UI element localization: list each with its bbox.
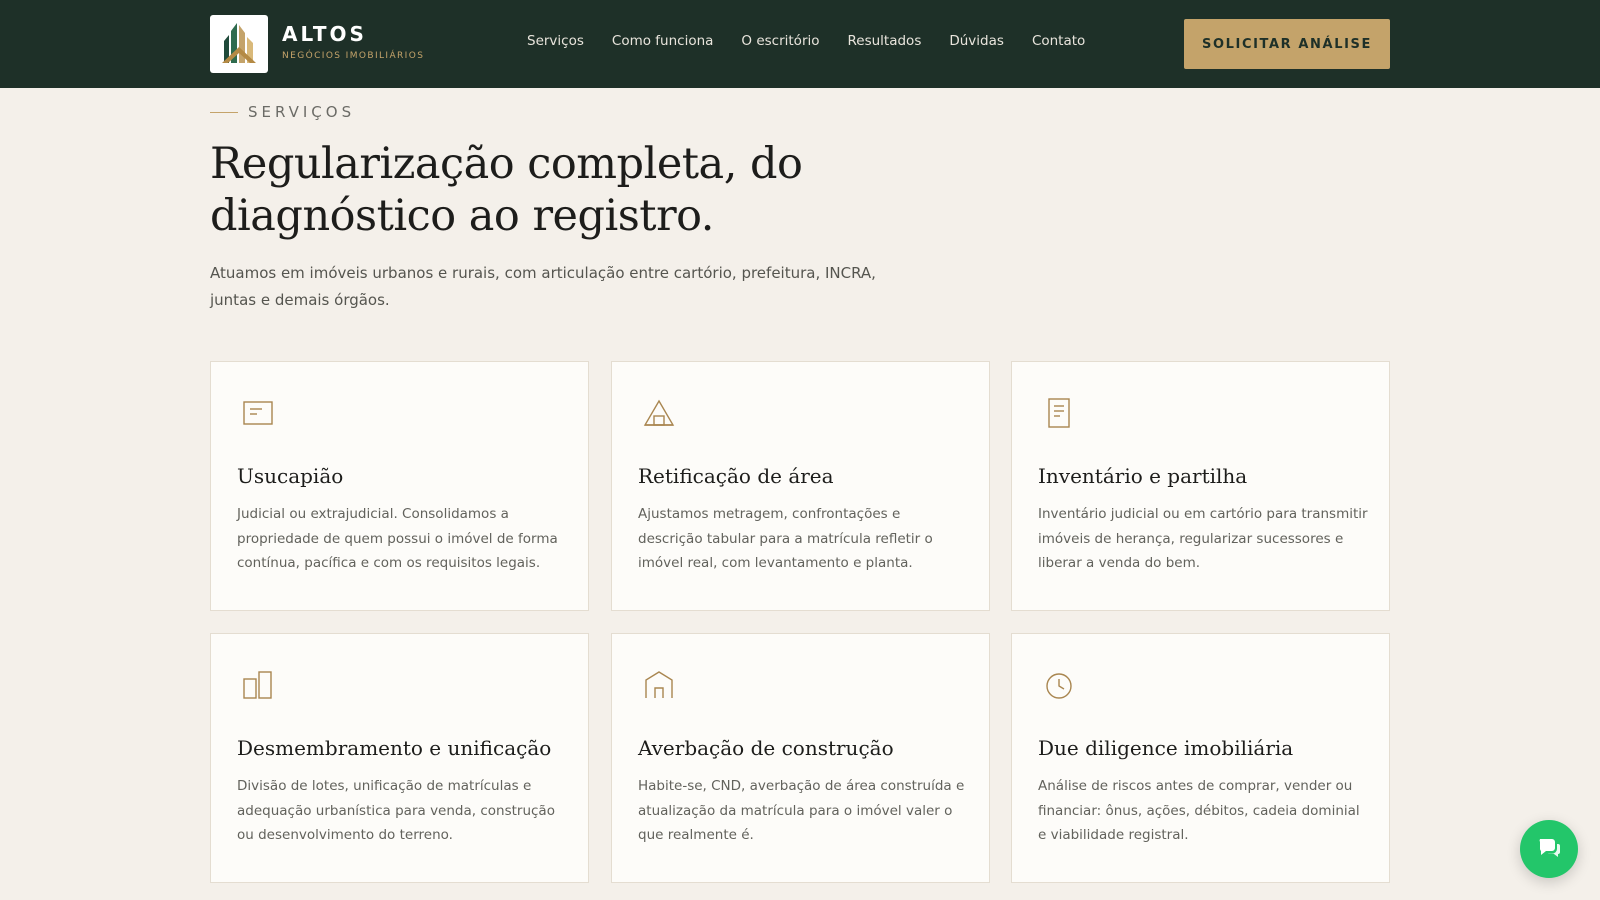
chat-icon [1536, 834, 1562, 864]
card-title: Inventário e partilha [1038, 464, 1248, 488]
card-title: Retificação de área [638, 464, 834, 488]
lots-icon [241, 668, 275, 702]
section-title: Regularização completa, do diagnóstico a… [210, 139, 803, 241]
card-description: Inventário judicial ou em cartório para … [1038, 506, 1368, 571]
card-title: Desmembramento e unificação [237, 736, 552, 760]
request-analysis-button[interactable]: SOLICITAR ANÁLISE [1184, 19, 1390, 69]
card-description: Análise de riscos antes de comprar, vend… [1038, 778, 1360, 843]
service-card-due-diligence[interactable]: Due diligence imobiliária Análise de ris… [1011, 633, 1390, 883]
card-description: Divisão de lotes, unificação de matrícul… [237, 778, 555, 843]
site-header: ALTOS NEGÓCIOS IMOBILIÁRIOS Serviços Com… [0, 0, 1600, 88]
eyebrow-divider [210, 111, 238, 113]
main-nav: Serviços Como funciona O escritório Resu… [527, 33, 1113, 49]
card-description: Judicial ou extrajudicial. Consolidamos … [237, 506, 558, 571]
land-survey-icon [642, 396, 676, 430]
nav-link-contato[interactable]: Contato [1032, 33, 1085, 49]
clock-icon [1042, 668, 1076, 702]
service-card-desmembramento[interactable]: Desmembramento e unificação Divisão de l… [210, 633, 589, 883]
service-card-retificacao[interactable]: Retificação de área Ajustamos metragem, … [611, 361, 990, 611]
chat-button[interactable] [1520, 820, 1578, 878]
building-logo-icon[interactable] [210, 15, 268, 73]
card-title: Due diligence imobiliária [1038, 736, 1294, 760]
file-icon [1042, 396, 1076, 430]
section-lead: Atuamos em imóveis urbanos e rurais, com… [210, 264, 876, 309]
section-eyebrow: SERVIÇOS [210, 103, 355, 121]
nav-link-duvidas[interactable]: Dúvidas [949, 33, 1004, 49]
nav-link-o-escritorio[interactable]: O escritório [741, 33, 819, 49]
service-card-usucapiao[interactable]: Usucapião Judicial ou extrajudicial. Con… [210, 361, 589, 611]
service-card-inventario[interactable]: Inventário e partilha Inventário judicia… [1011, 361, 1390, 611]
service-card-averbacao[interactable]: Averbação de construção Habite-se, CND, … [611, 633, 990, 883]
nav-link-resultados[interactable]: Resultados [848, 33, 922, 49]
nav-link-servicos[interactable]: Serviços [527, 33, 584, 49]
card-description: Ajustamos metragem, confrontações e desc… [638, 506, 933, 571]
card-description: Habite-se, CND, averbação de área constr… [638, 778, 965, 843]
eyebrow-label: SERVIÇOS [248, 103, 356, 121]
card-title: Averbação de construção [638, 736, 894, 760]
brand-tagline: NEGÓCIOS IMOBILIÁRIOS [282, 51, 425, 61]
document-lines-icon [241, 396, 275, 430]
brand-name[interactable]: ALTOS [282, 22, 367, 46]
card-title: Usucapião [237, 464, 344, 488]
nav-link-como-funciona[interactable]: Como funciona [612, 33, 714, 49]
house-icon [642, 668, 676, 702]
